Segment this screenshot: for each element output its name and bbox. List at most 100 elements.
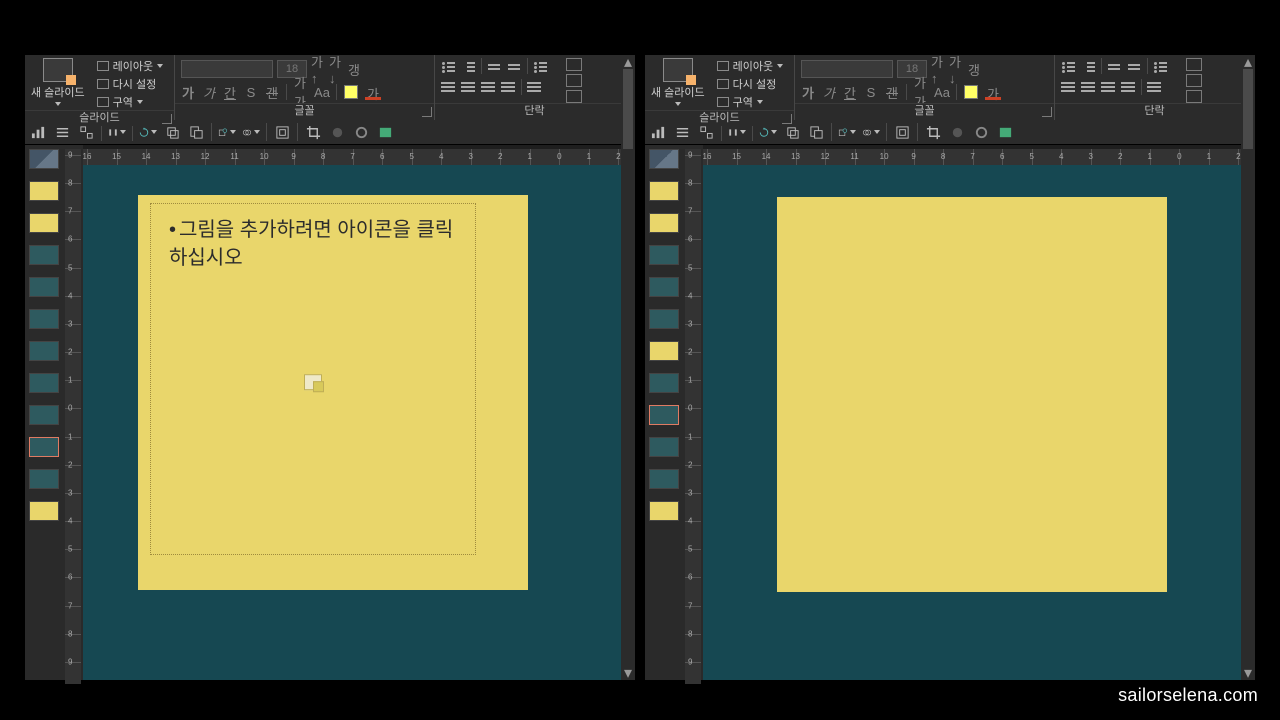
qat-circle2-icon[interactable]	[972, 123, 990, 141]
new-slide-button[interactable]: 새 슬라이드	[31, 58, 85, 106]
section-button[interactable]: 구역	[97, 94, 163, 110]
decrease-font-button[interactable]: 가↓	[329, 61, 343, 77]
qat-crop-icon[interactable]	[924, 123, 942, 141]
clear-format-button[interactable]: 갱	[347, 61, 361, 77]
highlight-color-button[interactable]	[344, 85, 358, 99]
slide-thumbnails[interactable]	[25, 145, 63, 680]
italic-button[interactable]: 가	[202, 84, 216, 100]
scroll-up-button[interactable]: ▴	[621, 55, 635, 69]
qat-paste-icon[interactable]	[187, 123, 205, 141]
thumb-1[interactable]	[649, 149, 679, 169]
thumb-9[interactable]	[649, 437, 679, 457]
qat-shape-icon[interactable]	[218, 123, 236, 141]
qat-circle1-icon[interactable]	[948, 123, 966, 141]
thumb-8[interactable]	[649, 373, 679, 393]
qat-circle2-icon[interactable]	[352, 123, 370, 141]
dialog-launcher-icon[interactable]	[422, 107, 432, 117]
thumb-selected[interactable]	[29, 437, 59, 457]
align-center-button[interactable]	[1081, 81, 1096, 94]
qat-merge-icon[interactable]	[862, 123, 880, 141]
thumb-selected[interactable]	[649, 405, 679, 425]
thumb-11[interactable]	[29, 501, 59, 521]
thumb-1[interactable]	[29, 149, 59, 169]
align-justify-button[interactable]	[1121, 81, 1136, 94]
thumb-10[interactable]	[29, 469, 59, 489]
scroll-thumb[interactable]	[623, 69, 633, 149]
font-family-combo[interactable]	[181, 60, 273, 78]
dialog-launcher-icon[interactable]	[782, 114, 792, 124]
columns-button[interactable]	[527, 81, 542, 94]
indent-button[interactable]	[1127, 60, 1142, 73]
thumb-7[interactable]	[29, 341, 59, 361]
align-right-button[interactable]	[1101, 81, 1116, 94]
dialog-launcher-icon[interactable]	[162, 114, 172, 124]
thumb-6[interactable]	[649, 309, 679, 329]
char-spacing-button[interactable]: 가가	[914, 84, 928, 100]
thumb-7[interactable]	[649, 341, 679, 361]
align-left-button[interactable]	[441, 81, 456, 94]
thumb-3[interactable]	[29, 213, 59, 233]
qat-paste-icon[interactable]	[807, 123, 825, 141]
align-right-button[interactable]	[481, 81, 496, 94]
line-spacing-button[interactable]	[1153, 60, 1168, 73]
char-spacing-button[interactable]: 가가	[294, 84, 308, 100]
align-text-button[interactable]	[566, 74, 582, 87]
outdent-button[interactable]	[487, 60, 502, 73]
smartart-button[interactable]	[1186, 90, 1202, 103]
qat-merge-icon[interactable]	[242, 123, 260, 141]
text-direction-button[interactable]	[1186, 58, 1202, 71]
qat-circle1-icon[interactable]	[328, 123, 346, 141]
font-color-button[interactable]: 가	[365, 84, 381, 100]
shadow-button[interactable]: S	[864, 84, 878, 100]
vertical-scrollbar[interactable]: ▴ ▾	[1241, 55, 1255, 680]
slide-thumbnails[interactable]	[645, 145, 683, 680]
italic-button[interactable]: 가	[822, 84, 836, 100]
columns-button[interactable]	[1147, 81, 1162, 94]
thumb-6[interactable]	[29, 309, 59, 329]
indent-button[interactable]	[507, 60, 522, 73]
outdent-button[interactable]	[1107, 60, 1122, 73]
strike-button[interactable]: 갠	[885, 84, 899, 100]
thumb-2[interactable]	[29, 181, 59, 201]
line-spacing-button[interactable]	[533, 60, 548, 73]
scroll-up-button[interactable]: ▴	[1241, 55, 1255, 69]
numbering-button[interactable]	[1081, 60, 1096, 73]
scroll-down-button[interactable]: ▾	[621, 666, 635, 680]
thumb-11[interactable]	[649, 501, 679, 521]
align-text-button[interactable]	[1186, 74, 1202, 87]
slide-canvas[interactable]	[703, 165, 1255, 680]
thumb-5[interactable]	[29, 277, 59, 297]
thumb-3[interactable]	[649, 213, 679, 233]
smartart-button[interactable]	[566, 90, 582, 103]
underline-button[interactable]: 간	[223, 84, 237, 100]
section-button[interactable]: 구역	[717, 94, 783, 110]
new-slide-button[interactable]: 새 슬라이드	[651, 58, 705, 106]
qat-shape-icon[interactable]	[838, 123, 856, 141]
thumb-9[interactable]	[29, 405, 59, 425]
insert-picture-icon[interactable]	[304, 374, 322, 390]
clear-format-button[interactable]: 갱	[967, 61, 981, 77]
slide[interactable]	[777, 197, 1167, 592]
reset-button[interactable]: 다시 설정	[717, 76, 783, 92]
highlight-color-button[interactable]	[964, 85, 978, 99]
qat-slide-icon[interactable]	[996, 123, 1014, 141]
qat-slide-icon[interactable]	[376, 123, 394, 141]
underline-button[interactable]: 간	[843, 84, 857, 100]
qat-group-icon[interactable]	[273, 123, 291, 141]
increase-font-button[interactable]: 가↑	[931, 61, 945, 77]
scroll-thumb[interactable]	[1243, 69, 1253, 149]
slide-canvas[interactable]: •그림을 추가하려면 아이콘을 클릭하십시오	[83, 165, 635, 680]
layout-button[interactable]: 레이아웃	[97, 58, 163, 74]
font-family-combo[interactable]	[801, 60, 893, 78]
thumb-5[interactable]	[649, 277, 679, 297]
thumb-2[interactable]	[649, 181, 679, 201]
font-color-button[interactable]: 가	[985, 84, 1001, 100]
thumb-4[interactable]	[29, 245, 59, 265]
qat-group-icon[interactable]	[893, 123, 911, 141]
strike-button[interactable]: 갠	[265, 84, 279, 100]
text-direction-button[interactable]	[566, 58, 582, 71]
vertical-scrollbar[interactable]: ▴ ▾	[621, 55, 635, 680]
decrease-font-button[interactable]: 가↓	[949, 61, 963, 77]
qat-crop-icon[interactable]	[304, 123, 322, 141]
align-justify-button[interactable]	[501, 81, 516, 94]
